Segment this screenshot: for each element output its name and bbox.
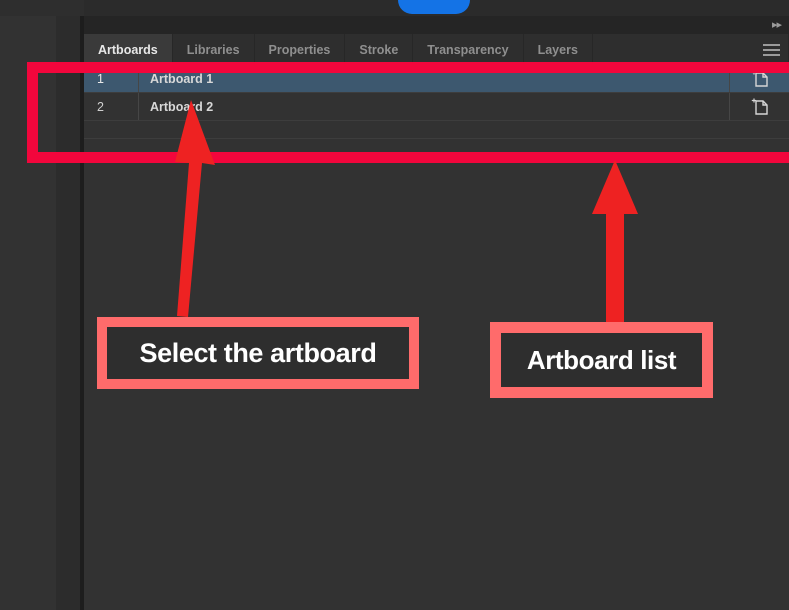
- panel-tab-bar: Artboards Libraries Properties Stroke Tr…: [84, 34, 789, 65]
- screenshot-root: ▸▸ Artboards Libraries Properties Stroke…: [0, 0, 789, 610]
- artboard-icon[interactable]: [729, 93, 789, 120]
- callout-text: Select the artboard: [139, 337, 377, 368]
- tab-bar-filler: [593, 34, 755, 65]
- tab-label: Layers: [537, 42, 578, 57]
- tab-layers[interactable]: Layers: [524, 34, 593, 65]
- callout-inner: Artboard list: [501, 333, 702, 387]
- left-toolbar-gutter: [0, 0, 56, 610]
- callout-inner: Select the artboard: [107, 327, 409, 379]
- tab-label: Libraries: [186, 42, 240, 57]
- tab-label: Transparency: [427, 42, 509, 57]
- tab-transparency[interactable]: Transparency: [413, 34, 524, 65]
- panel-expand-row: ▸▸: [84, 16, 789, 34]
- top-strip-left: [0, 0, 84, 16]
- primary-action-button[interactable]: [398, 0, 470, 14]
- callout-text: Artboard list: [526, 344, 677, 375]
- artboard-name[interactable]: Artboard 1: [139, 65, 729, 92]
- tab-libraries[interactable]: Libraries: [173, 34, 255, 65]
- table-row[interactable]: 1 Artboard 1: [84, 65, 789, 93]
- tab-label: Artboards: [98, 42, 158, 57]
- artboard-list-empty-row: [84, 121, 789, 139]
- artboard-name[interactable]: Artboard 2: [139, 93, 729, 120]
- left-secondary-gutter: [56, 0, 80, 610]
- tab-stroke[interactable]: Stroke: [345, 34, 414, 65]
- artboard-index: 1: [84, 65, 139, 92]
- top-strip: [0, 0, 789, 16]
- artboard-index: 2: [84, 93, 139, 120]
- callout-select-the-artboard: Select the artboard: [97, 317, 419, 389]
- tab-label: Stroke: [359, 42, 399, 57]
- tab-artboards[interactable]: Artboards: [84, 34, 173, 65]
- chevron-double-right-icon[interactable]: ▸▸: [772, 19, 782, 31]
- tab-label: Properties: [268, 42, 331, 57]
- callout-artboard-list: Artboard list: [490, 322, 713, 398]
- tab-properties[interactable]: Properties: [255, 34, 346, 65]
- table-row[interactable]: 2 Artboard 2: [84, 93, 789, 121]
- hamburger-menu-icon[interactable]: [755, 34, 789, 65]
- artboard-icon[interactable]: [729, 65, 789, 92]
- artboard-icon-glyph: [751, 98, 768, 115]
- artboard-icon-glyph: [751, 70, 768, 87]
